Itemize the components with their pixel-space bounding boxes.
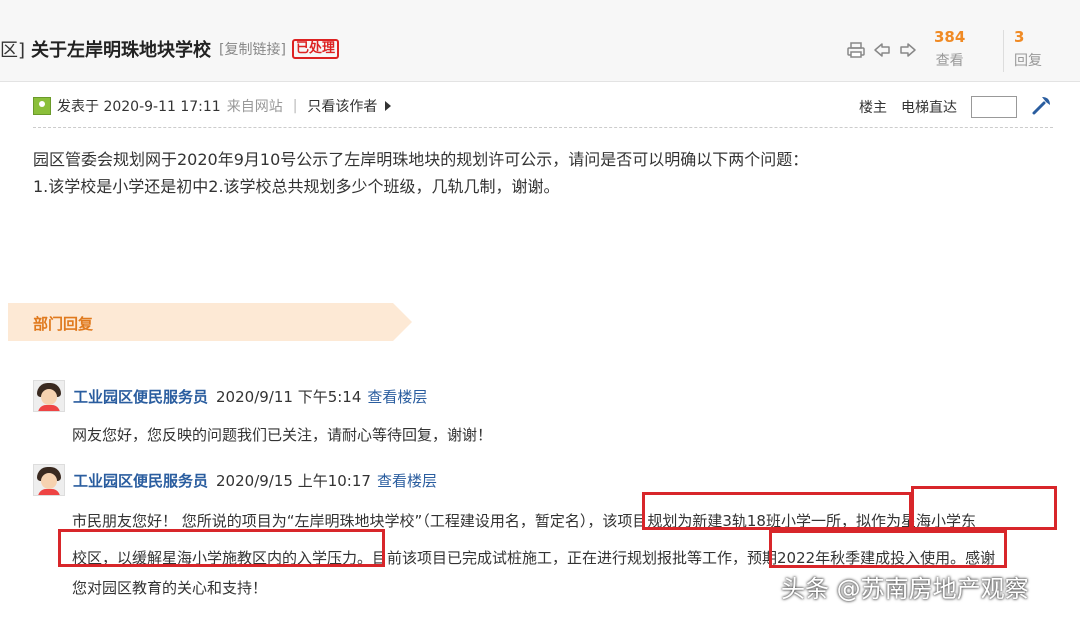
- post-source: 来自网站: [226, 99, 283, 115]
- department-reply-banner: 部门回复: [8, 303, 412, 341]
- view-count: 384 查看: [934, 28, 965, 70]
- meta-divider: [33, 127, 1053, 128]
- view-count-number: 384: [934, 28, 966, 46]
- watermark: 头条 @苏南房地产观察: [781, 575, 1029, 603]
- print-icon[interactable]: [847, 41, 865, 59]
- reply-count-number: 3: [1014, 28, 1025, 46]
- highlight-box: [769, 530, 1007, 568]
- question-line-1: 园区管委会规划网于2020年9月10号公示了左岸明珠地块的规划许可公示，请问是否…: [33, 150, 809, 169]
- view-floor-link[interactable]: 查看楼层: [367, 386, 427, 407]
- reply-count: 3 回复: [1014, 28, 1042, 70]
- thread-title: 关于左岸明珠地块学校: [31, 40, 212, 61]
- thread-header: 区] 关于左岸明珠地块学校 [复制链接] 已处理 384 查看 3 回复: [0, 0, 1080, 82]
- reply-time: 2020/9/15 上午10:17: [216, 471, 371, 490]
- avatar[interactable]: [33, 380, 65, 412]
- status-badge: 已处理: [291, 39, 339, 59]
- thread-tools: [847, 41, 917, 59]
- reply-author[interactable]: 工业园区便民服务员: [73, 386, 208, 407]
- department-reply-label: 部门回复: [33, 315, 94, 333]
- reply-text: 网友您好，您反映的问题我们已关注，请耐心等待回复，谢谢！: [72, 426, 493, 444]
- view-floor-link[interactable]: 查看楼层: [377, 470, 437, 491]
- reply-author[interactable]: 工业园区便民服务员: [73, 470, 208, 491]
- jump-to-floor-label: 电梯直达: [901, 100, 957, 116]
- meta-separator: |: [292, 98, 298, 114]
- only-author-link[interactable]: 只看该作者: [307, 96, 377, 116]
- floor-number-input[interactable]: [971, 96, 1017, 118]
- highlight-box: [58, 529, 385, 567]
- previous-thread-icon[interactable]: [873, 41, 891, 59]
- thread-owner-label: 楼主: [859, 100, 887, 116]
- reply-time: 2020/9/11 下午5:14: [216, 387, 362, 406]
- stat-divider: [1003, 30, 1004, 72]
- post-date: 发表于 2020-9-11 17:11: [57, 99, 221, 115]
- view-count-label: 查看: [935, 53, 964, 69]
- copy-link-button[interactable]: [复制链接]: [219, 39, 286, 59]
- go-floor-icon[interactable]: [1031, 94, 1053, 120]
- reply-body-1: 网友您好，您反映的问题我们已关注，请耐心等待回复，谢谢！: [72, 421, 492, 449]
- floor-navigation: 楼主 电梯直达: [859, 94, 1053, 120]
- online-user-icon: [33, 97, 51, 115]
- post-content: 园区管委会规划网于2020年9月10号公示了左岸明珠地块的规划许可公示，请问是否…: [33, 146, 808, 200]
- avatar[interactable]: [33, 464, 65, 496]
- title-category[interactable]: 区]: [0, 36, 25, 62]
- play-icon[interactable]: [385, 101, 392, 111]
- highlight-box: [642, 492, 912, 530]
- thread-title-row: 区] 关于左岸明珠地块学校 [复制链接] 已处理: [0, 36, 339, 62]
- reply-header-1: 工业园区便民服务员 2020/9/11 下午5:14 查看楼层: [33, 380, 427, 412]
- reply-header-2: 工业园区便民服务员 2020/9/15 上午10:17 查看楼层: [33, 464, 437, 496]
- reply-count-label: 回复: [1014, 53, 1042, 69]
- highlight-box: [911, 486, 1057, 530]
- next-thread-icon[interactable]: [899, 41, 917, 59]
- question-line-2: 1.该学校是小学还是初中2.该学校总共规划多少个班级，几轨几制，谢谢。: [33, 177, 560, 196]
- post-meta: 发表于 2020-9-11 17:11 来自网站 | 只看该作者 楼主 电梯直达: [33, 94, 1053, 118]
